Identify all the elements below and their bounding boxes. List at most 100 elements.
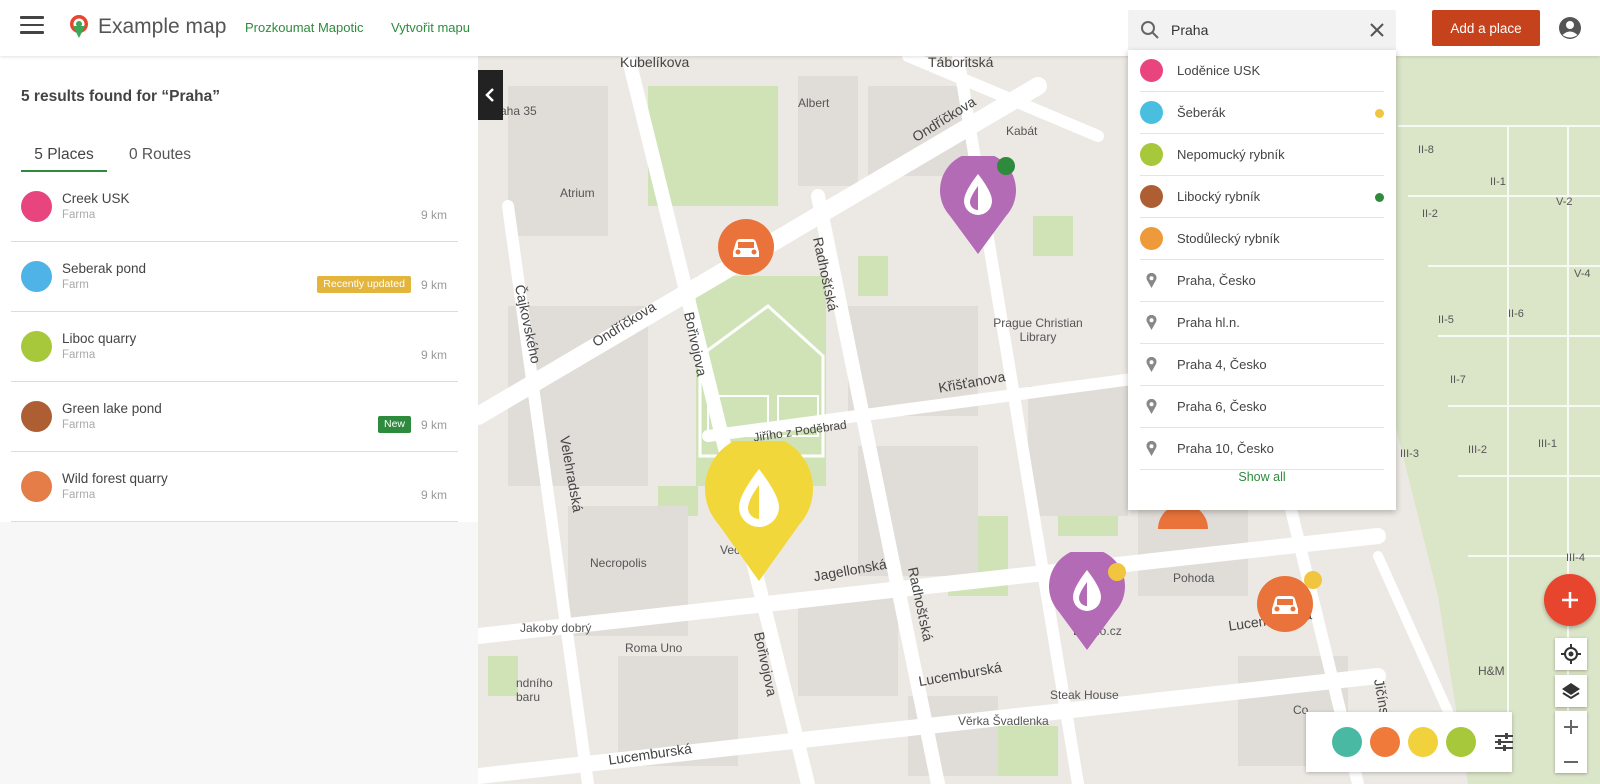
street-label: Táboritská: [928, 56, 994, 70]
collapse-sidebar-button[interactable]: [478, 70, 503, 120]
section-label: II-7: [1450, 374, 1466, 386]
nav-link-create-map[interactable]: Vytvořit mapu: [391, 20, 470, 35]
result-label: Praha 6, Česko: [1177, 399, 1267, 414]
zoom-out-icon[interactable]: [1555, 747, 1587, 778]
search-results-dropdown: Loděnice USK Šeberák Nepomucký rybník Li…: [1128, 50, 1396, 510]
place-color-dot: [1140, 185, 1163, 208]
locate-me-button[interactable]: [1555, 638, 1587, 670]
place-color-dot: [21, 191, 52, 222]
filter-category[interactable]: [1408, 727, 1438, 757]
filter-settings-icon[interactable]: [1492, 730, 1516, 754]
search-box: [1128, 10, 1396, 50]
status-dot: [1375, 193, 1384, 202]
section-label: III-4: [1566, 552, 1585, 564]
result-label: Nepomucký rybník: [1177, 147, 1285, 162]
filter-category[interactable]: [1446, 727, 1476, 757]
poi-label: Atrium: [560, 186, 595, 200]
poi-label: Pohoda: [1173, 571, 1215, 585]
layers-button[interactable]: [1555, 675, 1587, 707]
list-item[interactable]: Creek USK Farma 9 km: [11, 172, 458, 242]
search-result-location[interactable]: Praha, Česko: [1140, 260, 1384, 302]
result-label: Libocký rybník: [1177, 189, 1261, 204]
street-label: Kubelíkova: [620, 56, 690, 70]
search-result-place[interactable]: Stodůlecký rybník: [1140, 218, 1384, 260]
place-color-dot: [21, 401, 52, 432]
result-label: Praha, Česko: [1177, 273, 1256, 288]
place-type: Farma: [62, 209, 96, 221]
result-label: Praha 4, Česko: [1177, 357, 1267, 372]
list-item[interactable]: Liboc quarry Farma 9 km: [11, 312, 458, 382]
search-result-place[interactable]: Nepomucký rybník: [1140, 134, 1384, 176]
section-label: III-1: [1538, 438, 1557, 450]
search-result-place[interactable]: Libocký rybník: [1140, 176, 1384, 218]
nav-link-explore[interactable]: Prozkoumat Mapotic: [245, 20, 364, 35]
results-sidebar: 5 results found for “Praha” 5 Places 0 R…: [0, 56, 478, 784]
place-color-dot: [1140, 59, 1163, 82]
search-result-place[interactable]: Loděnice USK: [1140, 50, 1384, 92]
place-type: Farma: [62, 489, 96, 501]
place-distance: 9 km: [420, 208, 447, 222]
search-result-location[interactable]: Praha 6, Česko: [1140, 386, 1384, 428]
place-list: Creek USK Farma 9 km Seberak pond Farm R…: [0, 172, 478, 522]
add-place-button[interactable]: Add a place: [1432, 10, 1540, 46]
poi-label: Steak House: [1050, 688, 1119, 702]
parking-marker[interactable]: [718, 219, 774, 275]
close-icon[interactable]: [1368, 21, 1386, 39]
status-dot: [1375, 109, 1384, 118]
place-type: Farm: [62, 279, 89, 291]
filter-category[interactable]: [1332, 727, 1362, 757]
poi-label: Věrka Švadlenka: [958, 714, 1049, 728]
location-pin-icon: [1146, 315, 1157, 330]
search-result-location[interactable]: Praha 10, Česko: [1140, 428, 1384, 470]
tab-places[interactable]: 5 Places: [21, 146, 107, 172]
map-canvas[interactable]: Kubelíkova Táboritská Ondříčkova Ondříčk…: [478, 56, 1600, 784]
result-label: Praha 10, Česko: [1177, 441, 1274, 456]
account-icon[interactable]: [1558, 16, 1582, 40]
place-name: Green lake pond: [62, 401, 162, 416]
section-label: II-5: [1438, 314, 1454, 326]
list-item[interactable]: Seberak pond Farm Recently updated 9 km: [11, 242, 458, 312]
status-badge: New: [377, 416, 411, 433]
location-pin-icon: [1146, 399, 1157, 414]
poi-label: Albert: [798, 96, 830, 110]
tab-routes[interactable]: 0 Routes: [129, 146, 191, 170]
show-all-link[interactable]: Show all: [1128, 470, 1396, 484]
search-result-location[interactable]: Praha hl.n.: [1140, 302, 1384, 344]
list-item[interactable]: Wild forest quarry Farma 9 km: [11, 452, 458, 522]
section-label: II-8: [1418, 144, 1434, 156]
section-label: V-2: [1556, 196, 1573, 208]
location-pin-icon: [1146, 273, 1157, 288]
section-label: III-2: [1468, 444, 1487, 456]
status-badge: Recently updated: [317, 276, 411, 293]
poi-label: Prague Christian Library: [993, 316, 1083, 344]
place-distance: 9 km: [420, 488, 447, 502]
place-color-dot: [21, 331, 52, 362]
search-result-location[interactable]: Praha 4, Česko: [1140, 344, 1384, 386]
zoom-control: [1555, 711, 1587, 773]
place-name: Liboc quarry: [62, 331, 137, 346]
place-color-dot: [1140, 101, 1163, 124]
status-dot: [1304, 571, 1322, 589]
place-distance: 9 km: [420, 278, 447, 292]
section-label: II-1: [1490, 176, 1506, 188]
place-name: Wild forest quarry: [62, 471, 168, 486]
location-pin-icon: [1146, 357, 1157, 372]
list-item[interactable]: Green lake pond Farma New 9 km: [11, 382, 458, 452]
add-place-fab[interactable]: [1544, 574, 1596, 626]
zoom-in-icon[interactable]: [1555, 711, 1587, 742]
place-name: Seberak pond: [62, 261, 147, 276]
result-label: Šeberák: [1177, 105, 1226, 120]
app-title: Example map: [98, 15, 227, 38]
search-input[interactable]: [1171, 20, 1351, 40]
menu-icon[interactable]: [20, 16, 44, 36]
search-icon: [1141, 21, 1159, 39]
search-result-place[interactable]: Šeberák: [1140, 92, 1384, 134]
plus-icon: [1562, 592, 1578, 608]
result-label: Stodůlecký rybník: [1177, 231, 1280, 246]
place-type: Farma: [62, 419, 96, 431]
status-dot: [1108, 563, 1126, 581]
place-distance: 9 km: [420, 348, 447, 362]
water-marker-selected[interactable]: [703, 441, 815, 583]
filter-category[interactable]: [1370, 727, 1400, 757]
poi-label: aha 35: [500, 104, 537, 118]
